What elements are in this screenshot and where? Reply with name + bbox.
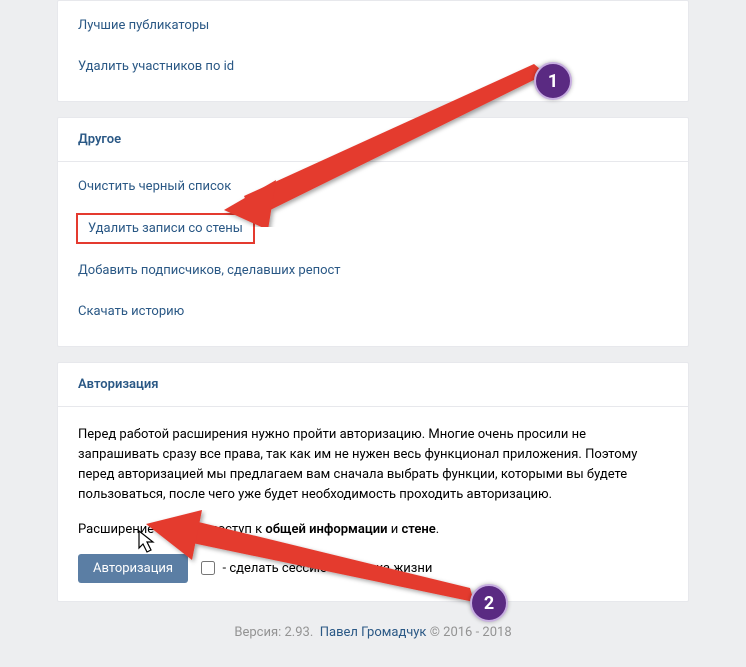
link-clear-blacklist[interactable]: Очистить черный список — [58, 166, 688, 207]
auth-controls: Авторизация - сделать сессию без срока ж… — [78, 554, 668, 584]
panel-other: Другое Очистить черный список Удалить за… — [57, 117, 689, 347]
auth-description: Перед работой расширения нужно пройти ав… — [78, 425, 668, 506]
session-no-expire-checkbox[interactable] — [201, 561, 215, 575]
auth-button[interactable]: Авторизация — [78, 554, 188, 584]
link-add-reposters[interactable]: Добавить подписчиков, сделавших репост — [58, 250, 688, 291]
annotation-badge-2: 2 — [470, 584, 508, 622]
footer-author-link[interactable]: Павел Громадчук — [320, 625, 427, 640]
link-delete-wall-posts[interactable]: Удалить записи со стены — [88, 221, 243, 236]
panel-auth-header: Авторизация — [58, 363, 688, 407]
panel-other-header: Другое — [58, 118, 688, 162]
annotation-badge-1: 1 — [534, 62, 572, 100]
footer: Версия: 2.93. Павел Громадчук © 2016 - 2… — [57, 617, 689, 660]
link-delete-wall-posts-highlight: Удалить записи со стены — [76, 213, 255, 244]
panel-auth: Авторизация Перед работой расширения нуж… — [57, 362, 689, 602]
link-download-history[interactable]: Скачать историю — [58, 291, 688, 332]
link-best-publishers[interactable]: Лучшие публикаторы — [58, 5, 688, 46]
top-panel: Лучшие публикаторы Удалить участников по… — [57, 0, 689, 102]
session-no-expire-label: - сделать сессию без срока жизни — [223, 561, 433, 576]
mouse-cursor-icon — [138, 530, 158, 556]
auth-scopes: Расширение получит доступ к общей информ… — [78, 520, 668, 540]
link-delete-members-by-id[interactable]: Удалить участников по id — [58, 46, 688, 87]
